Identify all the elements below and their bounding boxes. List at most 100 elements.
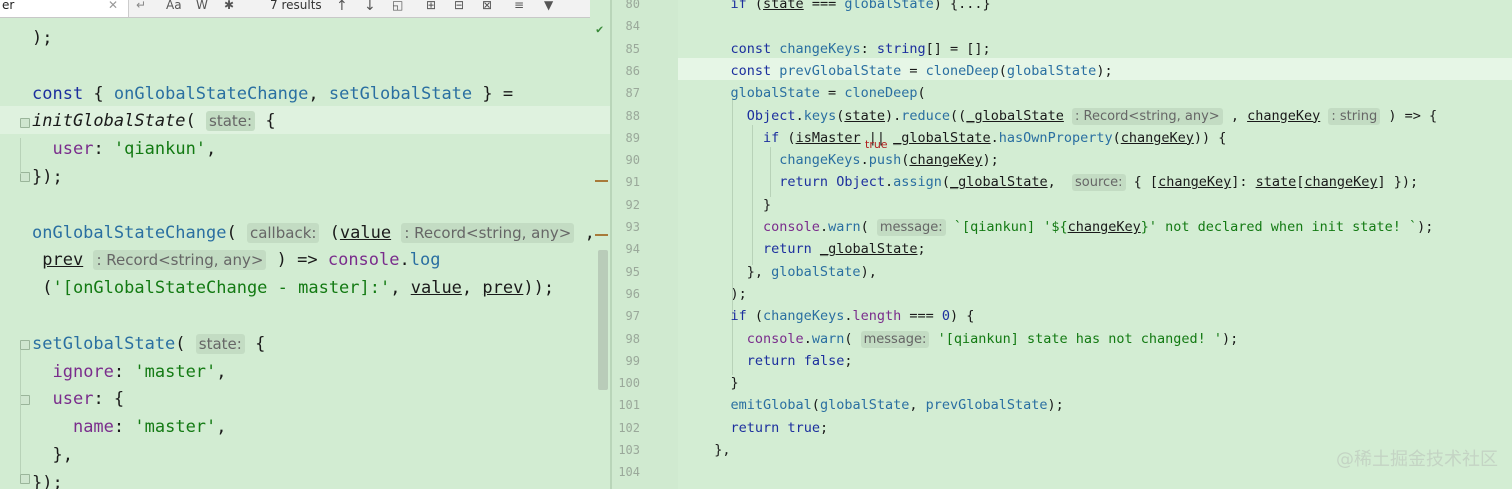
- code-token: changeKey: [1304, 174, 1378, 191]
- code-token: assign: [893, 174, 942, 191]
- code-line[interactable]: name: 'master',: [32, 413, 227, 441]
- code-token: Object: [746, 107, 796, 124]
- line-number: 98: [625, 331, 640, 346]
- code-line[interactable]: globalState = cloneDeep(: [698, 82, 926, 104]
- words-option[interactable]: W: [196, 0, 208, 12]
- add-occurrence-icon[interactable]: ⊞: [426, 0, 436, 12]
- code-token: {: [244, 333, 266, 354]
- code-token: .: [819, 219, 829, 235]
- filter-icon[interactable]: ▼: [544, 0, 553, 12]
- next-occurrence-icon[interactable]: ↓: [364, 0, 376, 14]
- history-icon[interactable]: ↵: [136, 0, 146, 12]
- code-token: }' not declared when init state! `: [1140, 219, 1418, 235]
- code-token: ,: [216, 361, 227, 382]
- code-line[interactable]: });: [32, 163, 63, 191]
- code-line[interactable]: if (state === globalState) {...}: [698, 0, 991, 15]
- parameter-hint: : Record<string, any>: [401, 222, 575, 243]
- code-token: const: [730, 40, 772, 57]
- code-token: ) {: [950, 308, 975, 325]
- code-line[interactable]: setGlobalState( state: {: [32, 330, 265, 358]
- line-number: 99: [625, 353, 640, 368]
- filter-search-icon[interactable]: ≡: [514, 0, 524, 12]
- code-line[interactable]: console.warn( message: `[qiankun] '${cha…: [698, 216, 1433, 238]
- code-line[interactable]: ignore: 'master',: [32, 358, 227, 386]
- code-line[interactable]: );: [698, 283, 747, 305]
- code-line[interactable]: },: [32, 441, 72, 469]
- code-token: ).: [885, 107, 902, 124]
- code-line[interactable]: const prevGlobalState = cloneDeep(global…: [698, 60, 1113, 82]
- parameter-hint: : string: [1328, 107, 1381, 125]
- code-token: '[qiankun] state has not changed! ': [937, 330, 1223, 347]
- code-line[interactable]: return Object.assign(_globalState, sourc…: [698, 171, 1418, 193]
- previous-occurrence-icon[interactable]: ↑: [336, 0, 348, 14]
- code-token: (: [844, 330, 861, 347]
- code-token: ===: [901, 308, 942, 325]
- code-line[interactable]: onGlobalStateChange( callback: (value : …: [32, 219, 595, 247]
- fold-marker-icon[interactable]: [20, 395, 30, 405]
- code-line[interactable]: );: [32, 24, 52, 52]
- code-token: );: [1222, 330, 1239, 347]
- code-token: cloneDeep: [844, 85, 918, 102]
- code-token: _globalState: [966, 107, 1064, 124]
- left-editor-pane[interactable]: ); const { onGlobalStateChange, setGlobal…: [0, 0, 610, 489]
- code-line[interactable]: }: [698, 194, 771, 216]
- code-line[interactable]: },: [698, 439, 731, 461]
- right-editor-pane[interactable]: 80 if (state === globalState) {...} 84 85 …: [612, 0, 1512, 489]
- code-line[interactable]: return false;: [698, 350, 853, 372]
- code-token: (: [746, 0, 764, 12]
- code-token: {: [83, 83, 114, 104]
- code-line[interactable]: emitGlobal(globalState, prevGlobalState)…: [698, 394, 1064, 416]
- select-all-occurrences-icon[interactable]: ⊠: [482, 0, 492, 12]
- code-token: state: [763, 0, 804, 12]
- code-token: globalState: [819, 397, 910, 414]
- regex-option[interactable]: ✱: [224, 0, 234, 12]
- code-token: } =: [472, 83, 514, 104]
- code-line[interactable]: const changeKeys: string[] = [];: [698, 38, 991, 60]
- line-number: 101: [618, 398, 640, 413]
- code-line[interactable]: initGlobalState( state: {: [32, 107, 276, 135]
- code-token: ]:: [1231, 174, 1256, 191]
- find-bar: er ✕ ↵ Aa W ✱ 7 results ↑ ↓ ◱ ⊞ ⊟ ⊠ ≡ ▼: [0, 0, 590, 18]
- fold-marker-icon[interactable]: [20, 118, 30, 128]
- match-case-option[interactable]: Aa: [166, 0, 182, 12]
- code-token: return: [763, 241, 812, 258]
- code-token: globalState: [771, 263, 861, 280]
- clear-icon[interactable]: ✕: [108, 0, 118, 12]
- code-line[interactable]: ('[onGlobalStateChange - master]:', valu…: [32, 274, 554, 302]
- line-number: 84: [625, 19, 640, 34]
- left-scrollbar[interactable]: [598, 250, 608, 390]
- code-line[interactable]: prev : Record<string, any> ) => console.…: [32, 246, 440, 274]
- code-token: },: [698, 442, 731, 458]
- code-line[interactable]: Object.keys(state).reduce((_globalState …: [698, 105, 1437, 127]
- code-line[interactable]: }: [698, 372, 739, 394]
- code-line[interactable]: const { onGlobalStateChange, setGlobalSt…: [32, 80, 513, 108]
- fold-marker-icon[interactable]: [20, 172, 30, 182]
- code-line[interactable]: if (changeKeys.length === 0) {: [698, 305, 975, 327]
- fold-marker-icon[interactable]: [20, 474, 30, 484]
- code-line[interactable]: user: {: [32, 385, 124, 413]
- code-line[interactable]: console.warn( message: '[qiankun] state …: [698, 328, 1238, 350]
- code-line[interactable]: user: 'qiankun',: [32, 135, 216, 163]
- search-input[interactable]: er ✕: [0, 0, 129, 17]
- parameter-hint: : Record<string, any>: [1072, 107, 1223, 125]
- code-token: globalState: [844, 0, 934, 12]
- code-token: changeKeys: [779, 40, 861, 57]
- select-all-icon[interactable]: ◱: [392, 0, 403, 12]
- code-line[interactable]: return _globalState;: [698, 238, 926, 260]
- code-line[interactable]: }, globalState),: [698, 261, 877, 283]
- code-token: ,: [308, 83, 329, 104]
- code-line[interactable]: });: [32, 469, 63, 489]
- code-line[interactable]: changeKeys.push(changeKey);: [698, 149, 999, 171]
- fold-marker-icon[interactable]: [20, 340, 30, 350]
- code-line[interactable]: return true;: [698, 417, 829, 439]
- code-token: (: [941, 174, 951, 191]
- code-line[interactable]: if (isMaster || _globalState.hasOwnPrope…: [698, 127, 1226, 149]
- code-token: ,: [390, 278, 411, 299]
- code-token: ;: [819, 419, 829, 436]
- remove-occurrence-icon[interactable]: ⊟: [454, 0, 464, 12]
